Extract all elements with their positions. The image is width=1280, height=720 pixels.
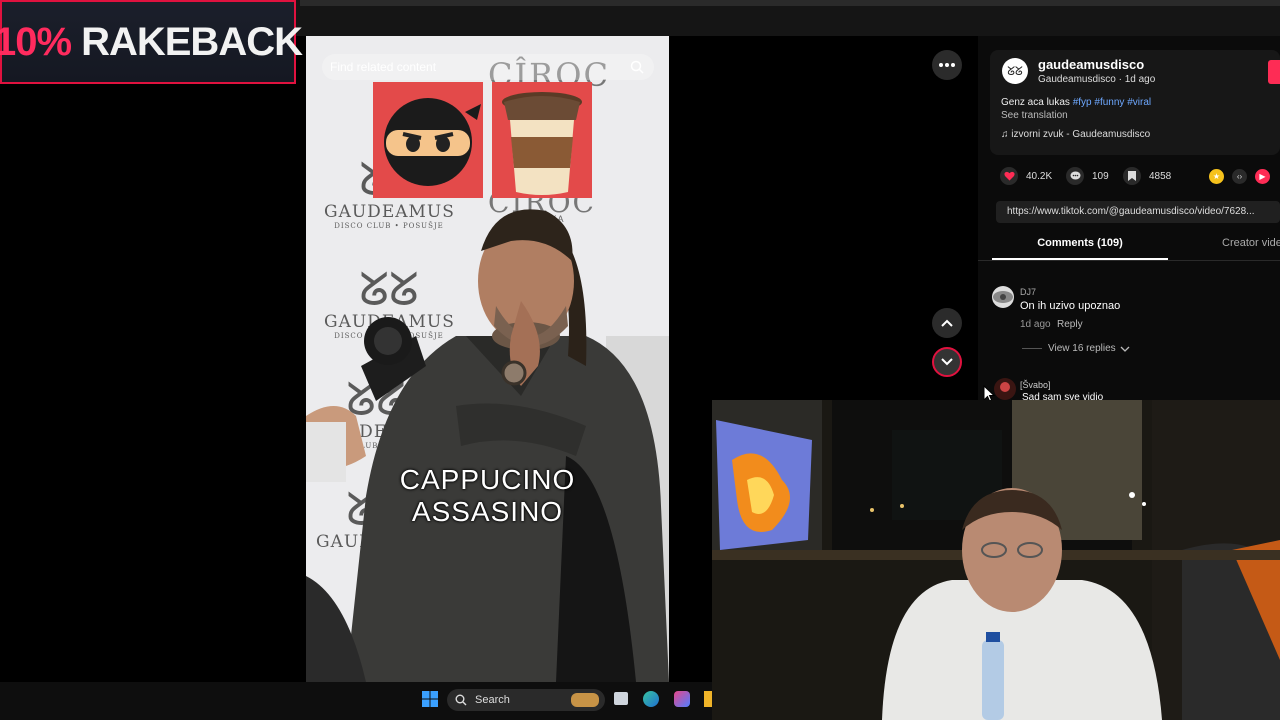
search-icon[interactable] — [630, 60, 644, 74]
music-title: izvorni zvuk - Gaudeamusdisco — [1011, 129, 1151, 140]
like-stat[interactable]: 40.2K — [1000, 167, 1052, 185]
replies-dash — [1022, 348, 1042, 349]
description-text: Genz aca lukas — [1001, 97, 1073, 108]
webcam-scene — [712, 400, 1280, 720]
tab-divider — [978, 260, 1280, 261]
video-caption: CAPPUCINO ASSASINO — [306, 464, 669, 528]
comment-username[interactable]: [Švabo] — [1020, 380, 1051, 390]
tab-creator-videos[interactable]: Creator videos — [1222, 237, 1280, 249]
share-gold-icon[interactable]: ★ — [1209, 169, 1224, 184]
comment-bubble-icon — [1066, 167, 1084, 185]
search-icon — [455, 694, 467, 706]
follow-button[interactable] — [1268, 60, 1280, 84]
more-options-button[interactable] — [932, 50, 962, 80]
find-related-search[interactable]: Find related content — [322, 54, 654, 80]
coffee-cup-icon — [502, 92, 582, 195]
tab-comments[interactable]: Comments (109) — [992, 237, 1168, 249]
windows-start-icon[interactable] — [422, 691, 438, 707]
browser-tab-strip — [300, 0, 1280, 6]
chevron-up-icon — [941, 319, 953, 327]
comment-time: 1d ago — [1020, 319, 1051, 330]
copilot-icon[interactable] — [674, 691, 690, 707]
music-line[interactable]: ♫ izvorni zvuk - Gaudeamusdisco — [1001, 129, 1150, 140]
author-avatar[interactable]: ᘜᘜ — [1002, 58, 1028, 84]
windows-taskbar — [0, 682, 712, 720]
author-nickname-time: Gaudeamusdisco · 1d ago — [1038, 74, 1156, 85]
comment-text: On ih uzivo upoznao — [1020, 300, 1121, 312]
see-translation-link[interactable]: See translation — [1001, 110, 1068, 121]
reply-button[interactable]: Reply — [1057, 319, 1083, 330]
caption-line-1: CAPPUCINO — [399, 464, 576, 495]
comment-avatar[interactable] — [992, 286, 1014, 308]
taskbar-search[interactable]: Search — [447, 689, 605, 711]
comment-username[interactable]: DJ7 — [1020, 287, 1036, 297]
save-count: 4858 — [1149, 170, 1172, 182]
ninja-icon — [384, 98, 481, 186]
chevron-down-icon — [1120, 346, 1130, 352]
send-icon[interactable]: ▶ — [1255, 169, 1270, 184]
comment-avatar[interactable] — [994, 378, 1016, 400]
video-link-field[interactable]: https://www.tiktok.com/@gaudeamusdisco/v… — [996, 201, 1280, 223]
rakeback-banner: 10% RAKEBACK — [0, 0, 303, 84]
rakeback-percent: 10% — [0, 19, 72, 64]
post-description: Genz aca lukas #fyp #funny #viral — [1001, 97, 1151, 108]
webcam-overlay — [712, 400, 1280, 720]
author-username[interactable]: gaudeamusdisco — [1038, 57, 1144, 72]
find-related-placeholder: Find related content — [330, 60, 437, 74]
music-note-icon: ♫ — [1001, 129, 1009, 140]
comment-stat[interactable]: 109 — [1066, 167, 1109, 185]
taskbar-search-label: Search — [475, 694, 510, 706]
heart-icon — [1000, 167, 1018, 185]
comment-text: Sad sam sve vidio — [1022, 392, 1104, 400]
save-stat[interactable]: 4858 — [1123, 167, 1171, 185]
task-view-icon[interactable] — [614, 692, 628, 705]
video-player[interactable]: ᘜᘜGAUDEAMUSDISCO CLUB • POSUŠJE ᘜᘜGAUDEA… — [306, 36, 669, 682]
bookmark-icon — [1123, 167, 1141, 185]
comment-count: 109 — [1092, 170, 1109, 182]
search-highlight-icon — [571, 693, 599, 707]
caption-line-2: ASSASINO — [411, 496, 564, 527]
more-dots-icon — [939, 63, 955, 67]
view-replies-label: View 16 replies — [1048, 343, 1116, 354]
ninja-emoji-card — [373, 82, 483, 198]
file-explorer-icon[interactable] — [704, 691, 712, 707]
like-count: 40.2K — [1026, 170, 1053, 182]
embed-code-icon[interactable]: ‹› — [1232, 169, 1247, 184]
edge-browser-icon[interactable] — [643, 691, 659, 707]
view-replies-button[interactable]: View 16 replies — [1022, 343, 1130, 354]
description-hashtags[interactable]: #fyp #funny #viral — [1073, 97, 1151, 108]
chevron-down-icon — [941, 358, 953, 366]
next-video-button[interactable] — [932, 347, 962, 377]
coffee-emoji-card — [492, 82, 592, 198]
previous-video-button[interactable] — [932, 308, 962, 338]
rakeback-word: RAKEBACK — [81, 19, 303, 64]
interviewee-figure — [306, 209, 669, 682]
